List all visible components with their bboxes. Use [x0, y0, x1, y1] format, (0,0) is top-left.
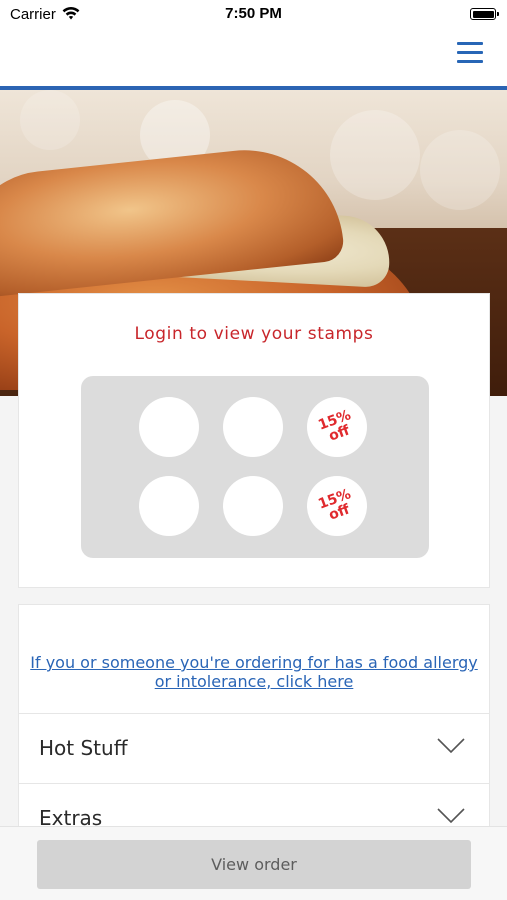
app-header: [0, 30, 507, 86]
stamp-slot: [139, 476, 199, 536]
stamp-card: Login to view your stamps 15% off 15% of…: [18, 293, 490, 588]
category-label: Hot Stuff: [39, 736, 128, 760]
stamp-slot: [139, 397, 199, 457]
stamp-reward-label: 15% off: [316, 486, 354, 524]
stamp-slot: [223, 476, 283, 536]
stamp-slot: [223, 397, 283, 457]
stamp-login-prompt[interactable]: Login to view your stamps: [19, 324, 489, 344]
status-time: 7:50 PM: [225, 5, 282, 22]
chevron-down-icon: [437, 738, 465, 754]
hamburger-menu-icon[interactable]: [457, 40, 483, 64]
stamp-reward-label: 15% off: [316, 407, 354, 445]
allergy-info-link[interactable]: If you or someone you're ordering for ha…: [29, 653, 479, 691]
battery-icon: [470, 8, 499, 20]
status-bar: Carrier 7:50 PM: [0, 0, 507, 30]
chevron-down-icon: [437, 808, 465, 824]
stamp-grid: 15% off 15% off: [81, 376, 429, 558]
stamp-reward-15-off: 15% off: [307, 397, 367, 457]
bottom-bar: View order: [0, 826, 507, 900]
stamp-reward-15-off: 15% off: [307, 476, 367, 536]
menu-card: If you or someone you're ordering for ha…: [18, 604, 490, 844]
category-hot-stuff[interactable]: Hot Stuff: [19, 713, 489, 783]
view-order-button[interactable]: View order: [37, 840, 471, 889]
